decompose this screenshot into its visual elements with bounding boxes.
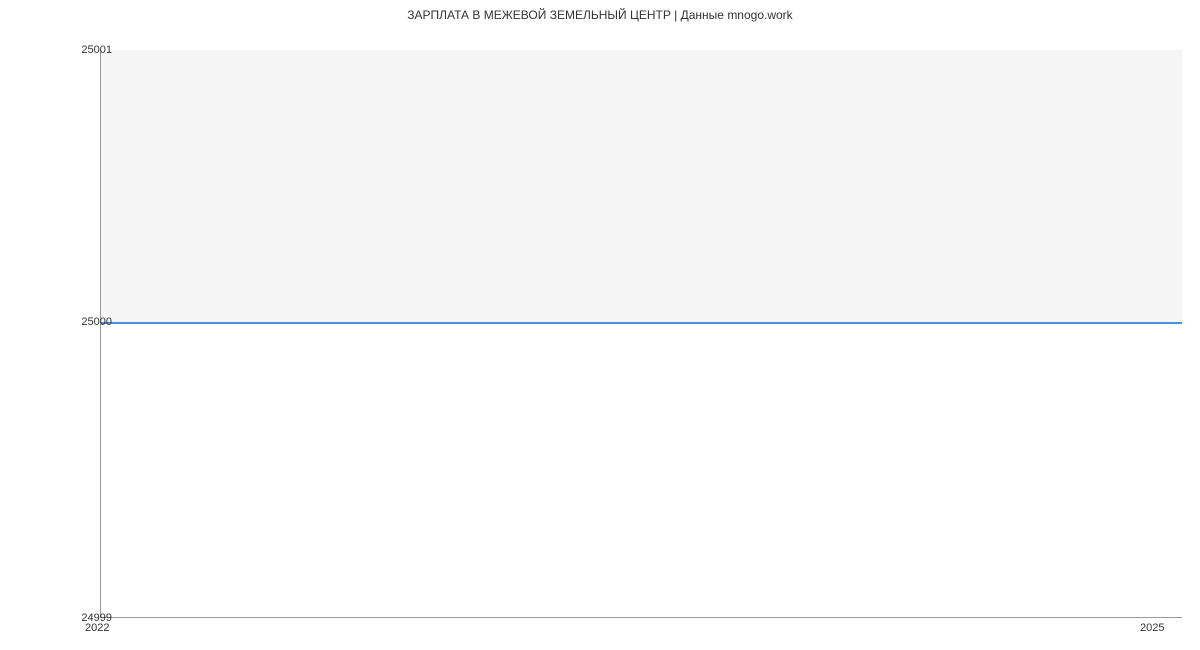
fill-area [101, 50, 1182, 322]
y-tick-label: 25000 [32, 316, 112, 328]
y-tick-label: 25001 [32, 44, 112, 56]
x-tick-label: 2025 [1140, 622, 1164, 634]
data-line [101, 322, 1182, 324]
plot-area [100, 50, 1182, 618]
x-tick-label: 2022 [85, 622, 109, 634]
chart-title: ЗАРПЛАТА В МЕЖЕВОЙ ЗЕМЕЛЬНЫЙ ЦЕНТР | Дан… [0, 0, 1200, 22]
chart-plot [100, 50, 1182, 618]
